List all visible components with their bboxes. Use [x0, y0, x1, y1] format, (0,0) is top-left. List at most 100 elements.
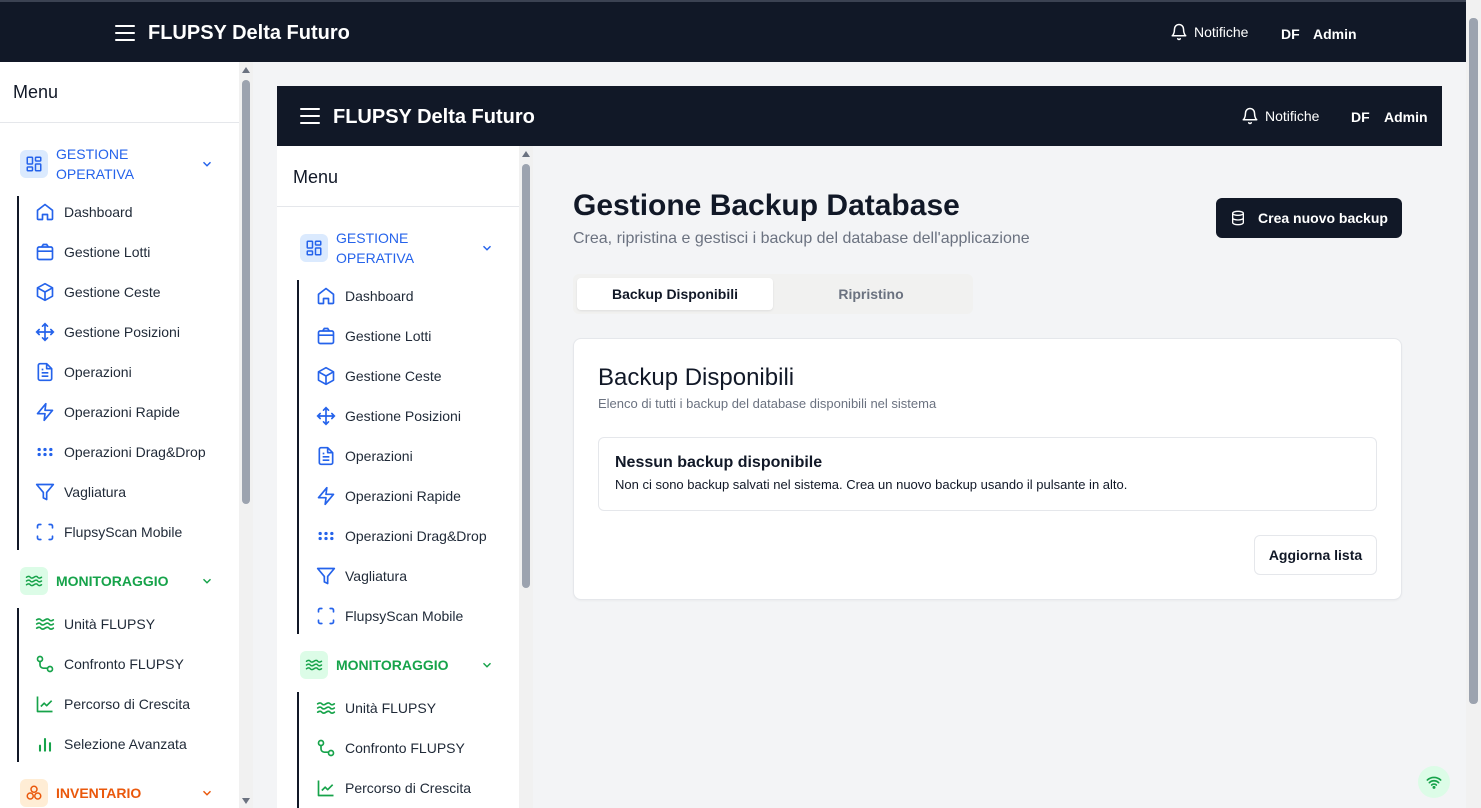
- sidebar-group-monitoraggio[interactable]: MONITORAGGIO: [20, 567, 220, 595]
- sidebar-item-dashboard[interactable]: Dashboard: [35, 202, 133, 222]
- page-scrollbar[interactable]: [1466, 0, 1481, 808]
- waves-icon: [35, 618, 55, 630]
- backup-list-card: Backup Disponibili Elenco di tutti i bac…: [573, 338, 1402, 600]
- boxes-icon: [20, 779, 48, 807]
- sidebar-item-label: FlupsyScan Mobile: [64, 524, 183, 540]
- sidebar-item-flupsyscan-mobile[interactable]: FlupsyScan Mobile: [316, 606, 463, 626]
- sidebar-item-operazioni[interactable]: Operazioni: [35, 362, 132, 382]
- sidebar-item-operazioni-rapide[interactable]: Operazioni Rapide: [316, 486, 461, 506]
- sidebar-group-inventario[interactable]: INVENTARIO: [20, 779, 220, 807]
- chevron-down-icon[interactable]: [480, 241, 494, 255]
- sidebar-group-items: Unità FLUPSY Confronto FLUPSY Percorso d…: [297, 692, 512, 808]
- notifications-button[interactable]: Notifiche: [1241, 107, 1319, 125]
- scroll-down-arrow-icon[interactable]: [242, 798, 250, 804]
- connection-status-wifi-icon[interactable]: [1418, 766, 1450, 798]
- package-icon: [317, 327, 335, 345]
- sidebar-item-label: Operazioni Drag&Drop: [345, 528, 487, 544]
- sidebar-item-gestione-lotti[interactable]: Gestione Lotti: [35, 242, 150, 262]
- sidebar-item-operazioni-dragdrop[interactable]: Operazioni Drag&Drop: [35, 442, 206, 462]
- sidebar-group-monitoraggio[interactable]: MONITORAGGIO: [300, 651, 500, 679]
- sidebar-item-label: Confronto FLUPSY: [345, 740, 465, 756]
- line-chart-icon: [36, 696, 53, 713]
- tab-backup-disponibili[interactable]: Backup Disponibili: [577, 278, 773, 310]
- app-brand[interactable]: FLUPSY Delta Futuro: [148, 22, 350, 45]
- sidebar-group-gestione-operativa[interactable]: GESTIONE OPERATIVA: [20, 144, 220, 184]
- move-icon: [35, 322, 55, 342]
- waves-icon: [300, 651, 328, 679]
- sidebar-group-label: MONITORAGGIO: [56, 573, 169, 589]
- sidebar-item-percorso-crescita[interactable]: Percorso di Crescita: [316, 778, 471, 798]
- database-icon: [1232, 210, 1245, 226]
- tab-ripristino[interactable]: Ripristino: [773, 278, 969, 310]
- sidebar-item-flupsyscan-mobile[interactable]: FlupsyScan Mobile: [35, 522, 182, 542]
- sidebar-item-gestione-posizioni[interactable]: Gestione Posizioni: [35, 322, 180, 342]
- bell-icon: [1171, 23, 1187, 41]
- sidebar-item-label: Unità FLUPSY: [345, 700, 437, 716]
- empty-state-text: Non ci sono backup salvati nel sistema. …: [615, 477, 1128, 492]
- sidebar-item-operazioni-dragdrop[interactable]: Operazioni Drag&Drop: [316, 526, 487, 546]
- sidebar-item-vagliatura[interactable]: Vagliatura: [316, 566, 407, 586]
- scroll-up-arrow-icon[interactable]: [522, 151, 530, 157]
- sidebar-group-label: GESTIONE OPERATIVA: [56, 146, 135, 182]
- notifications-button[interactable]: Notifiche: [1170, 23, 1248, 41]
- sidebar: Menu GESTIONE OPERATIVA Dashboard Gestio…: [0, 62, 253, 808]
- sidebar-title: Menu: [293, 167, 339, 187]
- move-icon: [316, 406, 336, 426]
- chevron-down-icon[interactable]: [480, 658, 494, 672]
- sidebar-item-label: Confronto FLUPSY: [64, 656, 184, 672]
- sidebar-group-items: Unità FLUPSY Confronto FLUPSY Percorso d…: [17, 608, 227, 762]
- create-backup-button[interactable]: Crea nuovo backup: [1216, 198, 1402, 238]
- notifications-label: Notifiche: [1194, 24, 1249, 40]
- sidebar-item-gestione-ceste[interactable]: Gestione Ceste: [316, 366, 442, 386]
- sidebar-item-selezione-avanzata[interactable]: Selezione Avanzata: [35, 734, 187, 754]
- bar-chart-icon: [38, 737, 52, 752]
- sidebar-item-label: FlupsyScan Mobile: [345, 608, 464, 624]
- sidebar-item-label: Gestione Lotti: [64, 244, 151, 260]
- chevron-down-icon[interactable]: [200, 786, 214, 800]
- inner-top-navbar: FLUPSY Delta Futuro Notifiche DF Admin: [277, 86, 1442, 146]
- file-text-icon: [37, 362, 53, 382]
- sidebar-item-confronto-flupsy[interactable]: Confronto FLUPSY: [316, 738, 465, 758]
- chevron-down-icon[interactable]: [200, 157, 214, 171]
- sidebar-item-gestione-ceste[interactable]: Gestione Ceste: [35, 282, 161, 302]
- grip-icon: [37, 447, 53, 457]
- sidebar-item-label: Operazioni Rapide: [345, 488, 461, 504]
- sidebar-item-gestione-lotti[interactable]: Gestione Lotti: [316, 326, 431, 346]
- chevron-down-icon[interactable]: [200, 574, 214, 588]
- sidebar-item-label: Operazioni Rapide: [64, 404, 180, 420]
- scrollbar-thumb[interactable]: [522, 164, 530, 588]
- sidebar-item-percorso-crescita[interactable]: Percorso di Crescita: [35, 694, 190, 714]
- home-icon: [36, 203, 54, 221]
- sidebar-item-operazioni-rapide[interactable]: Operazioni Rapide: [35, 402, 180, 422]
- scroll-up-arrow-icon[interactable]: [242, 67, 250, 73]
- sidebar-divider: [277, 206, 519, 207]
- sidebar-title: Menu: [13, 82, 59, 102]
- empty-state-alert: Nessun backup disponibile Non ci sono ba…: [598, 437, 1377, 511]
- menu-toggle-icon[interactable]: [115, 25, 135, 41]
- grip-icon: [318, 531, 334, 541]
- scrollbar-thumb[interactable]: [242, 80, 250, 504]
- sidebar-item-dashboard[interactable]: Dashboard: [316, 286, 414, 306]
- sidebar-item-label: Gestione Ceste: [345, 368, 442, 384]
- sidebar-item-label: Percorso di Crescita: [64, 696, 191, 712]
- sidebar-item-confronto-flupsy[interactable]: Confronto FLUPSY: [35, 654, 184, 674]
- scrollbar-thumb[interactable]: [1469, 18, 1478, 704]
- sidebar-scrollbar[interactable]: [239, 62, 253, 808]
- menu-toggle-icon[interactable]: [300, 108, 320, 124]
- sidebar-scrollbar[interactable]: [519, 146, 533, 808]
- sidebar-item-label: Gestione Posizioni: [64, 324, 180, 340]
- refresh-list-button[interactable]: Aggiorna lista: [1254, 535, 1377, 575]
- filter-icon: [35, 483, 55, 501]
- user-name[interactable]: Admin: [1384, 109, 1428, 125]
- user-initials[interactable]: DF: [1351, 109, 1370, 125]
- sidebar-item-vagliatura[interactable]: Vagliatura: [35, 482, 126, 502]
- sidebar-item-unita-flupsy[interactable]: Unità FLUPSY: [316, 698, 436, 718]
- sidebar-item-operazioni[interactable]: Operazioni: [316, 446, 413, 466]
- user-initials[interactable]: DF: [1281, 26, 1300, 42]
- sidebar-item-gestione-posizioni[interactable]: Gestione Posizioni: [316, 406, 461, 426]
- sidebar-group-gestione-operativa[interactable]: GESTIONE OPERATIVA: [300, 228, 500, 268]
- waves-icon: [316, 702, 336, 714]
- sidebar-item-unita-flupsy[interactable]: Unità FLUPSY: [35, 614, 155, 634]
- app-brand[interactable]: FLUPSY Delta Futuro: [333, 106, 535, 129]
- user-name[interactable]: Admin: [1313, 26, 1357, 42]
